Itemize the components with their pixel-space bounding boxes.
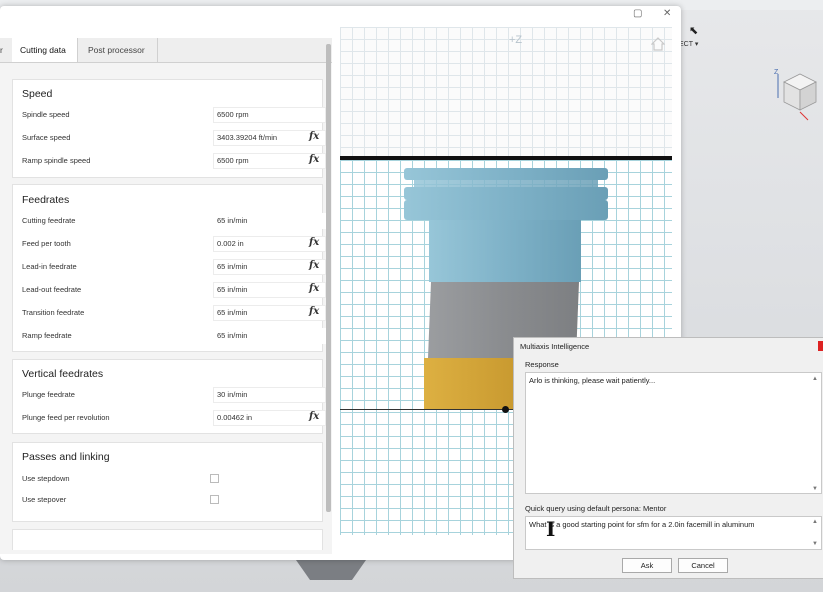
panel-scrollbar[interactable] — [326, 44, 331, 512]
fx-icon[interactable]: fx — [309, 411, 319, 422]
surface-speed-row: Surface speed 3403.39204 ft/min fx — [22, 130, 326, 146]
panel-title: Multiaxis Intelligence — [520, 342, 590, 351]
field-label: Use stepdown — [22, 474, 70, 483]
fx-icon[interactable]: fx — [309, 237, 319, 248]
field-label: Plunge feedrate — [22, 390, 75, 399]
tab-bar: r Cutting data Post processor — [0, 38, 332, 63]
plunge-feedrate-field[interactable]: 30 in/min — [213, 387, 326, 403]
field-label: Feed per tooth — [22, 239, 71, 248]
fx-icon[interactable]: fx — [309, 131, 319, 142]
tab-label: Cutting data — [20, 45, 66, 55]
scroll-up-icon[interactable]: ▲ — [812, 519, 818, 525]
restore-icon[interactable]: ▢ — [633, 8, 642, 19]
field-label: Plunge feed per revolution — [22, 413, 110, 422]
cutting-feedrate-row: Cutting feedrate 65 in/min — [22, 213, 326, 229]
use-stepdown-row: Use stepdown — [22, 471, 317, 487]
close-button[interactable] — [818, 341, 823, 351]
speed-section: Speed Spindle speed 6500 rpm Surface spe… — [12, 79, 326, 178]
scroll-down-icon[interactable]: ▼ — [812, 486, 818, 492]
section-title: Feedrates — [22, 194, 70, 206]
use-stepover-checkbox[interactable] — [210, 495, 219, 504]
ramp-spindle-speed-row: Ramp spindle speed 6500 rpm fx — [22, 153, 326, 169]
tab-previous[interactable]: r — [0, 38, 12, 62]
tab-label: r — [0, 45, 3, 55]
svg-text:Z: Z — [774, 69, 779, 76]
query-input[interactable]: What is a good starting point for sfm fo… — [525, 516, 822, 550]
multiaxis-intelligence-panel: Multiaxis Intelligence Response Arlo is … — [513, 337, 823, 579]
ramp-feedrate-field[interactable]: 65 in/min — [213, 328, 326, 344]
section-title: Passes and linking — [22, 451, 110, 463]
tab-post-processor[interactable]: Post processor — [79, 38, 158, 62]
plunge-feedrate-row: Plunge feedrate 30 in/min — [22, 387, 326, 403]
field-label: Transition feedrate — [22, 308, 85, 317]
section-title: Speed — [22, 88, 53, 100]
cutting-feedrate-field[interactable]: 65 in/min — [213, 213, 326, 229]
field-label: Surface speed — [22, 133, 71, 142]
passes-and-linking-section: Passes and linking Use stepdown Use step… — [12, 442, 323, 522]
lead-in-feedrate-row: Lead-in feedrate 65 in/min fx — [22, 259, 326, 275]
ask-button[interactable]: Ask — [622, 558, 672, 573]
origin-marker — [502, 406, 509, 413]
field-label: Lead-in feedrate — [22, 262, 77, 271]
ramp-feedrate-row: Ramp feedrate 65 in/min — [22, 328, 326, 344]
response-label: Response — [525, 360, 559, 369]
response-textarea[interactable]: Arlo is thinking, please wait patiently.… — [525, 372, 822, 494]
field-label: Ramp spindle speed — [22, 156, 91, 165]
field-label: Ramp feedrate — [22, 331, 72, 340]
fx-icon[interactable]: fx — [309, 154, 319, 165]
view-cube-icon[interactable]: Z — [774, 68, 820, 124]
next-section — [12, 529, 323, 550]
transition-feedrate-row: Transition feedrate 65 in/min fx — [22, 305, 326, 321]
feed-per-tooth-row: Feed per tooth 0.002 in fx — [22, 236, 326, 252]
feedrates-section: Feedrates Cutting feedrate 65 in/min Fee… — [12, 184, 326, 352]
cancel-button[interactable]: Cancel — [678, 558, 728, 573]
floor-line — [340, 409, 515, 410]
field-label: Use stepover — [22, 495, 67, 504]
plunge-feed-per-revolution-row: Plunge feed per revolution 0.00462 in fx — [22, 410, 326, 426]
query-label: Quick query using default persona: Mento… — [525, 504, 667, 513]
fx-icon[interactable]: fx — [309, 306, 319, 317]
z-axis-label: +Z — [509, 34, 523, 46]
fx-icon[interactable]: fx — [309, 260, 319, 271]
text-cursor-icon: I — [546, 517, 556, 541]
field-label: Spindle speed — [22, 110, 70, 119]
vertical-feedrates-section: Vertical feedrates Plunge feedrate 30 in… — [12, 359, 326, 434]
spindle-speed-field[interactable]: 6500 rpm — [213, 107, 326, 123]
home-icon[interactable] — [651, 37, 665, 51]
tab-cutting-data[interactable]: Cutting data — [12, 38, 78, 62]
field-label: Cutting feedrate — [22, 216, 76, 225]
spindle-speed-row: Spindle speed 6500 rpm — [22, 107, 326, 123]
use-stepover-row: Use stepover — [22, 492, 317, 508]
scroll-up-icon[interactable]: ▲ — [812, 376, 818, 382]
scroll-down-icon[interactable]: ▼ — [812, 541, 818, 547]
select-dropdown[interactable]: ECT ▾ — [679, 40, 698, 48]
pointer-icon: ⬉ — [689, 25, 699, 37]
tab-label: Post processor — [88, 45, 145, 55]
dialog-titlebar[interactable]: ▢ ✕ — [0, 6, 681, 26]
section-title: Vertical feedrates — [22, 368, 104, 380]
close-icon[interactable]: ✕ — [663, 8, 671, 19]
field-label: Lead-out feedrate — [22, 285, 82, 294]
fx-icon[interactable]: fx — [309, 283, 319, 294]
use-stepdown-checkbox[interactable] — [210, 474, 219, 483]
lead-out-feedrate-row: Lead-out feedrate 65 in/min fx — [22, 282, 326, 298]
